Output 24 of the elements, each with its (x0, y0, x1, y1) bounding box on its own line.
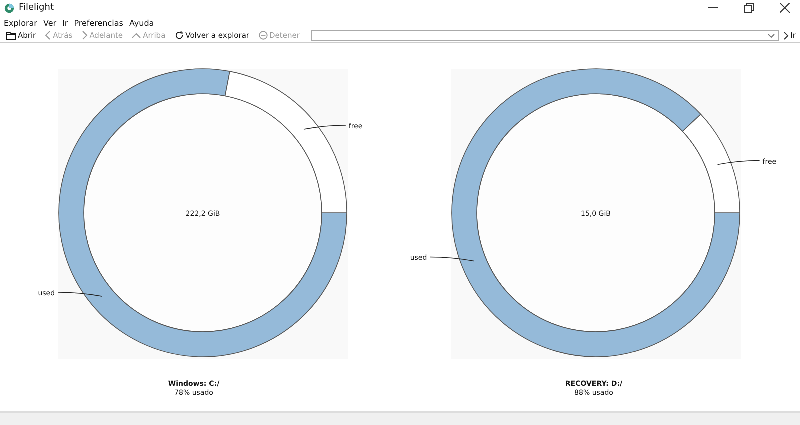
folder-icon (6, 31, 16, 40)
dropdown-caret-icon[interactable] (768, 34, 775, 38)
ring-segment[interactable] (682, 114, 740, 214)
chevron-right-icon (784, 32, 789, 40)
menu-item[interactable]: Ir (62, 18, 68, 28)
chevron-right-icon (82, 31, 88, 40)
menu-item[interactable]: Ayuda (129, 18, 154, 28)
ring-segment[interactable] (224, 71, 347, 214)
leader-line (430, 256, 475, 262)
chevron-left-icon (45, 31, 52, 40)
menu-item[interactable]: Preferencias (74, 18, 124, 28)
refresh-icon (174, 31, 184, 40)
close-icon[interactable] (780, 3, 790, 13)
menu-item[interactable]: Ver (43, 18, 57, 28)
restore-icon[interactable] (744, 3, 754, 13)
menu-item[interactable]: Explorar (4, 18, 38, 28)
app-logo-icon (4, 2, 15, 14)
leader-line (717, 160, 760, 166)
chevron-up-icon (132, 32, 142, 38)
window-title: Filelight (19, 3, 54, 13)
location-field[interactable] (310, 30, 779, 41)
stop-icon (258, 31, 268, 40)
leader-line (303, 125, 346, 130)
leader-line (57, 292, 102, 297)
